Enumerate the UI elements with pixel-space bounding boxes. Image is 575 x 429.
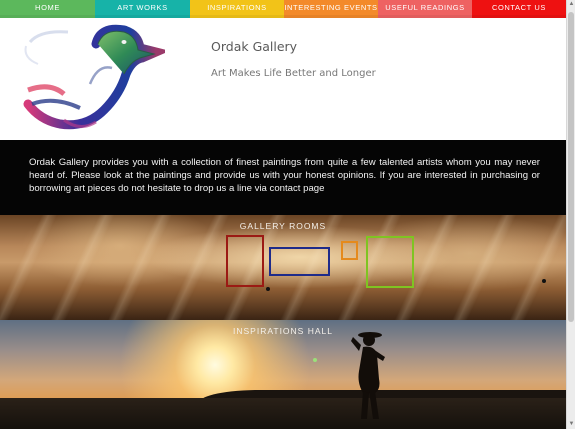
main-nav: HOME ART WORKS INSPIRATIONS INTERESTING … [0, 0, 566, 18]
contact-page-link[interactable]: contact page [270, 183, 325, 194]
nav-item-interesting-events[interactable]: INTERESTING EVENTS [284, 0, 378, 18]
inspirations-hall-section[interactable]: INSPIRATIONS HALL [0, 320, 566, 429]
green-frame [366, 236, 414, 288]
nav-item-contact-us-label: CONTACT US [491, 3, 547, 12]
nav-item-useful-readings[interactable]: USEFUL READINGS [378, 0, 472, 18]
wall-dot [542, 279, 546, 283]
triangle-up-icon[interactable]: ▲ [567, 0, 575, 9]
duck-logo-icon[interactable] [20, 24, 165, 136]
nav-item-useful-readings-label: USEFUL READINGS [385, 3, 465, 12]
horizon [0, 398, 566, 429]
gallery-rooms-title: GALLERY ROOMS [239, 221, 327, 231]
inspirations-hall-title: INSPIRATIONS HALL [233, 326, 333, 336]
blue-frame [269, 247, 330, 276]
light-spark [313, 358, 317, 362]
scroll-thumb[interactable] [568, 12, 574, 322]
intro-banner: Ordak Gallery provides you with a collec… [0, 140, 566, 215]
wall-dot [266, 287, 270, 291]
nav-item-interesting-events-label: INTERESTING EVENTS [284, 3, 378, 12]
person-silhouette-icon [351, 332, 385, 419]
gallery-rooms-section[interactable]: GALLERY ROOMS [0, 215, 566, 320]
vertical-scrollbar[interactable]: ▲ ▼ [566, 0, 575, 429]
nav-item-inspirations-label: INSPIRATIONS [207, 3, 267, 12]
triangle-down-icon[interactable]: ▼ [567, 420, 575, 429]
nav-item-contact-us[interactable]: CONTACT US [472, 0, 566, 18]
nav-item-art-works-label: ART WORKS [117, 3, 168, 12]
nav-item-home-label: HOME [35, 3, 60, 12]
nav-item-inspirations[interactable]: INSPIRATIONS [190, 0, 284, 18]
site-header: Ordak Gallery Art Makes Life Better and … [0, 18, 566, 140]
page: HOME ART WORKS INSPIRATIONS INTERESTING … [0, 0, 566, 429]
nav-item-home[interactable]: HOME [0, 0, 95, 18]
nav-item-art-works[interactable]: ART WORKS [95, 0, 190, 18]
red-frame [226, 235, 264, 287]
site-title: Ordak Gallery [211, 39, 298, 54]
site-tagline: Art Makes Life Better and Longer [211, 68, 376, 79]
orange-frame [341, 241, 358, 260]
